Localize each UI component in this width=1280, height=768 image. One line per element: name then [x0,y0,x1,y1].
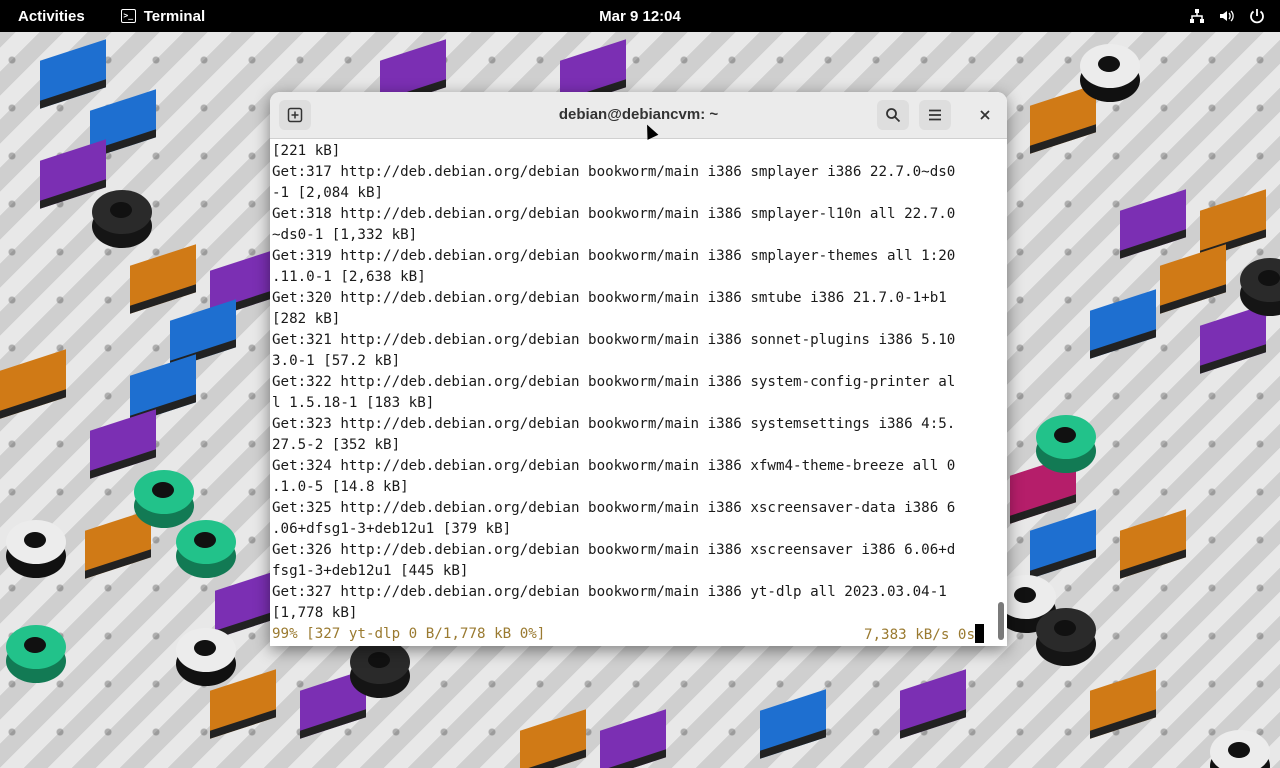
hamburger-menu-icon [929,109,941,121]
terminal-window: debian@debiancvm: ~ [221 kB] Get:317 http… [270,92,1007,646]
wallpaper-tile [1120,509,1186,579]
apt-progress-rate: 7,383 kB/s 0s [864,624,984,646]
wallpaper-tile [0,349,66,419]
clock-button[interactable]: Mar 9 12:04 [599,8,681,25]
apt-progress-status: 99% [327 yt-dlp 0 B/1,778 kB 0%] [272,626,546,642]
wallpaper-tile [90,409,156,479]
wallpaper-cylinder [350,640,410,684]
terminal-line: Get:323 http://deb.debian.org/debian boo… [272,416,956,432]
activities-button[interactable]: Activities [18,8,85,25]
window-headerbar[interactable]: debian@debiancvm: ~ [270,92,1007,139]
wallpaper-tile [1030,84,1096,154]
terminal-line: Get:319 http://deb.debian.org/debian boo… [272,248,956,264]
terminal-line: [221 kB] [272,143,341,159]
wallpaper-cylinder [176,520,236,564]
wallpaper-tile [1120,189,1186,259]
terminal-line: 27.5-2 [352 kB] [272,437,401,453]
power-icon[interactable] [1248,7,1266,25]
close-icon [980,110,990,120]
wallpaper-cylinder [1036,608,1096,652]
wallpaper-tile [1090,289,1156,359]
terminal-line: l 1.5.18-1 [183 kB] [272,395,435,411]
wallpaper-tile [760,689,826,759]
wallpaper-cylinder [1036,415,1096,459]
terminal-line: Get:327 http://deb.debian.org/debian boo… [272,584,947,600]
terminal-line: Get:325 http://deb.debian.org/debian boo… [272,500,956,516]
wallpaper-cylinder [6,625,66,669]
terminal-cursor [975,624,984,643]
close-button[interactable] [969,100,1001,130]
wallpaper-tile [1160,244,1226,314]
network-icon[interactable] [1188,7,1206,25]
top-bar: Activities >_ Terminal Mar 9 12:04 [0,0,1280,32]
wallpaper-cylinder [134,470,194,514]
search-icon [886,108,901,123]
app-name-label: Terminal [143,7,206,25]
terminal-line: fsg1-3+deb12u1 [445 kB] [272,563,469,579]
terminal-line: 3.0-1 [57.2 kB] [272,353,401,369]
terminal-icon: >_ [120,9,136,23]
terminal-line: -1 [2,084 kB] [272,185,384,201]
terminal-line: Get:320 http://deb.debian.org/debian boo… [272,290,947,306]
terminal-line: .06+dfsg1-3+deb12u1 [379 kB] [272,521,512,537]
terminal-line: [282 kB] [272,311,341,327]
terminal-line: .1.0-5 [14.8 kB] [272,479,409,495]
terminal-line: Get:324 http://deb.debian.org/debian boo… [272,458,956,474]
terminal-scrollbar[interactable] [998,602,1004,640]
menu-button[interactable] [919,100,951,130]
terminal-line: ~ds0-1 [1,332 kB] [272,227,418,243]
terminal-line: Get:322 http://deb.debian.org/debian boo… [272,374,956,390]
terminal-line: [1,778 kB] [272,605,358,621]
wallpaper-cylinder [92,190,152,234]
wallpaper-cylinder [1210,730,1270,768]
search-button[interactable] [877,100,909,130]
wallpaper-tile [40,39,106,109]
wallpaper-tile [1030,509,1096,579]
wallpaper-tile [520,709,586,768]
wallpaper-tile [1010,454,1076,524]
terminal-line: Get:317 http://deb.debian.org/debian boo… [272,164,956,180]
wallpaper-tile [1200,304,1266,374]
app-menu-button[interactable]: >_ Terminal [120,7,206,25]
apt-progress-rate-text: 7,383 kB/s 0s [863,627,975,643]
wallpaper-tile [900,669,966,739]
terminal-line: Get:318 http://deb.debian.org/debian boo… [272,206,956,222]
wallpaper-cylinder [1080,44,1140,88]
wallpaper-cylinder [6,520,66,564]
terminal-line: Get:326 http://deb.debian.org/debian boo… [272,542,956,558]
wallpaper-tile [1090,669,1156,739]
system-tray[interactable] [1188,0,1266,32]
terminal-output[interactable]: [221 kB] Get:317 http://deb.debian.org/de… [270,139,997,646]
wallpaper-tile [600,709,666,768]
wallpaper-tile [210,669,276,739]
wallpaper-tile [85,509,151,579]
volume-icon[interactable] [1218,7,1236,25]
terminal-line: Get:321 http://deb.debian.org/debian boo… [272,332,956,348]
wallpaper-tile [300,669,366,739]
terminal-line: .11.0-1 [2,638 kB] [272,269,426,285]
wallpaper-cylinder [1240,258,1280,302]
wallpaper-tile [40,139,106,209]
wallpaper-cylinder [176,628,236,672]
wallpaper-tile [130,244,196,314]
apt-progress-line: 99% [327 yt-dlp 0 B/1,778 kB 0%] 7,383 kB… [272,624,997,645]
